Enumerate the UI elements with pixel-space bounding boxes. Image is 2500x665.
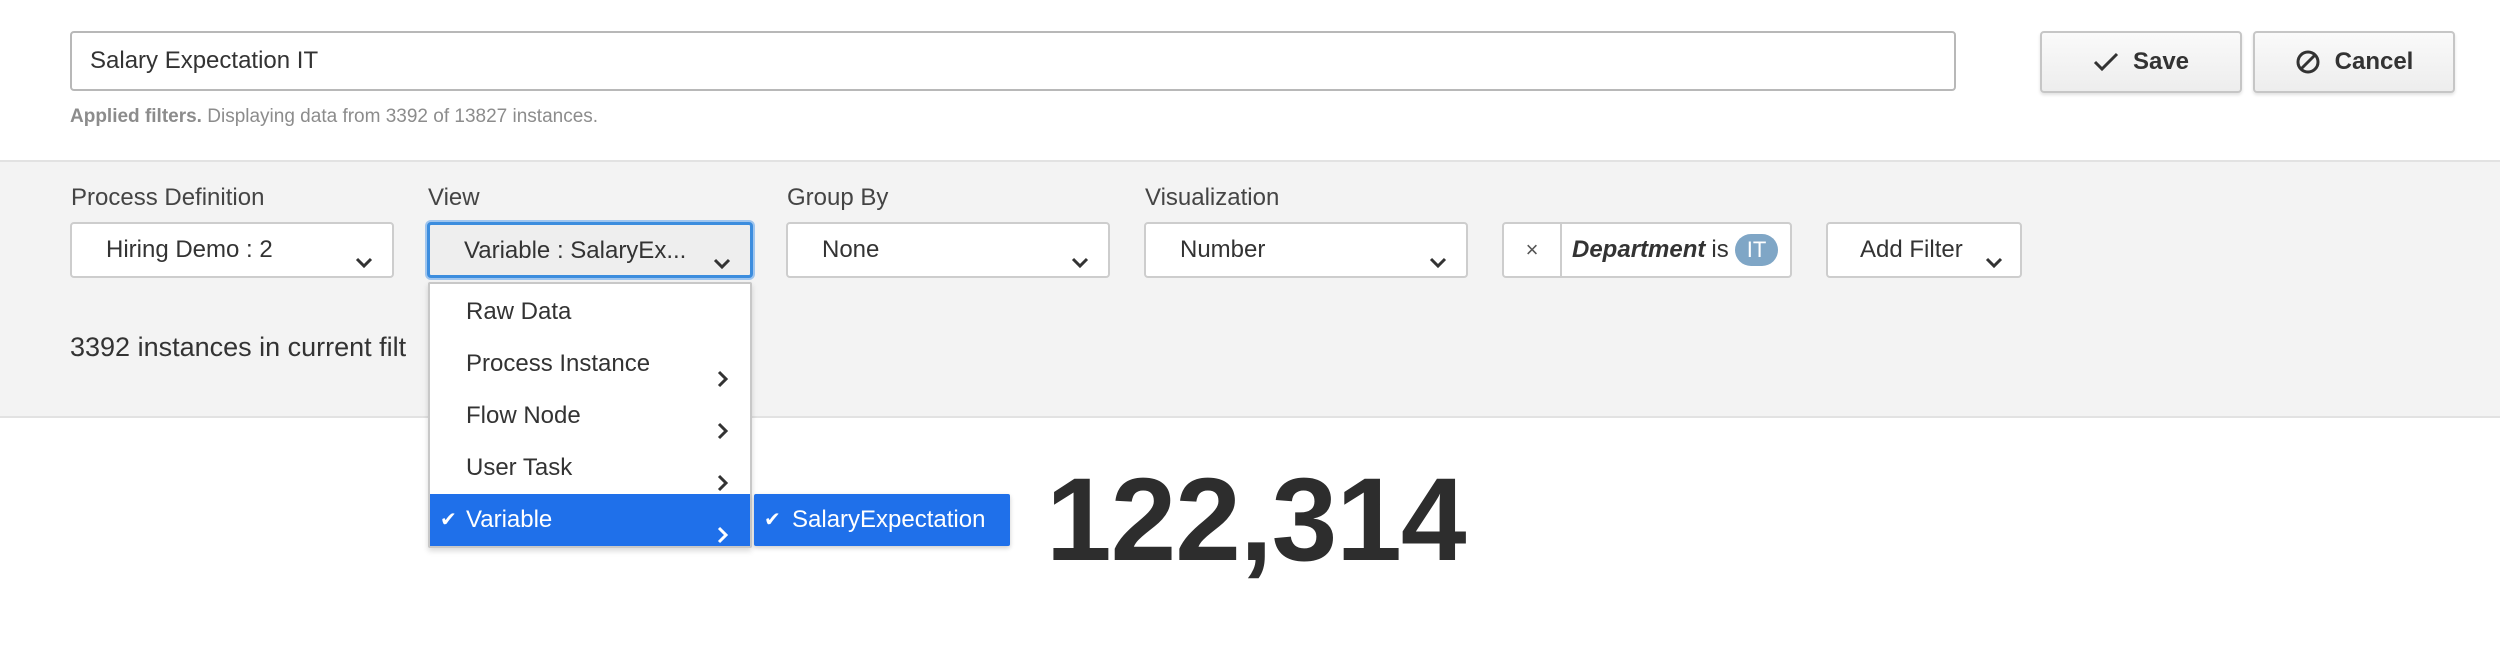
cancel-label: Cancel	[2334, 48, 2414, 75]
menu-item-raw-data[interactable]: Raw Data	[430, 286, 750, 338]
cancel-icon	[2295, 49, 2321, 75]
menu-item-user-task[interactable]: User Task	[430, 442, 750, 494]
submenu-item-salary-expectation[interactable]: ✔ SalaryExpectation	[754, 494, 1010, 546]
submenu-item-label: SalaryExpectation	[792, 506, 986, 533]
process-definition-label: Process Definition	[71, 184, 265, 211]
filter-variable: Department	[1572, 236, 1706, 263]
result-number: 122,314	[1046, 454, 1467, 586]
process-definition-select[interactable]: Hiring Demo : 2	[70, 222, 394, 278]
remove-filter-button[interactable]: ×	[1504, 224, 1562, 276]
group-by-select[interactable]: None	[786, 222, 1110, 278]
applied-filters-note: Applied filters. Displaying data from 33…	[70, 106, 598, 128]
checkmark-icon	[2093, 51, 2119, 73]
view-select[interactable]: Variable : SalaryEx...	[427, 222, 753, 278]
applied-filters-label: Applied filters.	[70, 106, 202, 127]
group-by-label: Group By	[787, 184, 889, 211]
menu-item-label: User Task	[466, 454, 573, 481]
view-value: Variable : SalaryEx...	[464, 237, 687, 264]
menu-item-label: Raw Data	[466, 298, 572, 325]
chevron-down-icon	[1428, 240, 1448, 292]
instances-count-text: 3392 instances in current filt	[70, 332, 407, 362]
report-name-input[interactable]: Salary Expectation IT	[70, 31, 1956, 91]
save-label: Save	[2132, 48, 2190, 75]
menu-item-label: Variable	[466, 506, 553, 533]
add-filter-label: Add Filter	[1860, 236, 1963, 263]
view-dropdown-menu: Raw Data Process Instance Flow Node User…	[428, 282, 752, 548]
add-filter-button[interactable]: Add Filter	[1826, 222, 2022, 278]
visualization-value: Number	[1180, 236, 1266, 263]
chevron-down-icon	[1984, 240, 2004, 292]
save-button[interactable]: Save	[2040, 31, 2242, 93]
cancel-button[interactable]: Cancel	[2253, 31, 2455, 93]
menu-item-process-instance[interactable]: Process Instance	[430, 338, 750, 390]
menu-item-label: Flow Node	[466, 402, 581, 429]
menu-item-label: Process Instance	[466, 350, 651, 377]
filter-description: Department is IT	[1562, 234, 1779, 266]
checkmark-icon: ✔	[764, 509, 781, 531]
department-filter-pill[interactable]: × Department is IT	[1502, 222, 1792, 278]
view-label: View	[428, 184, 480, 211]
filter-value-badge: IT	[1734, 234, 1779, 266]
applied-filters-text: Displaying data from 3392 of 13827 insta…	[207, 106, 599, 127]
chevron-down-icon	[354, 240, 374, 292]
filter-operator: is	[1711, 236, 1729, 263]
group-by-value: None	[822, 236, 880, 263]
visualization-label: Visualization	[1145, 184, 1280, 211]
checkmark-icon: ✔	[440, 509, 457, 531]
visualization-select[interactable]: Number	[1144, 222, 1468, 278]
process-definition-value: Hiring Demo : 2	[106, 236, 273, 263]
chevron-right-icon	[714, 511, 732, 563]
chevron-down-icon	[1070, 240, 1090, 292]
menu-item-flow-node[interactable]: Flow Node	[430, 390, 750, 442]
menu-item-variable[interactable]: ✔ Variable	[430, 494, 750, 546]
